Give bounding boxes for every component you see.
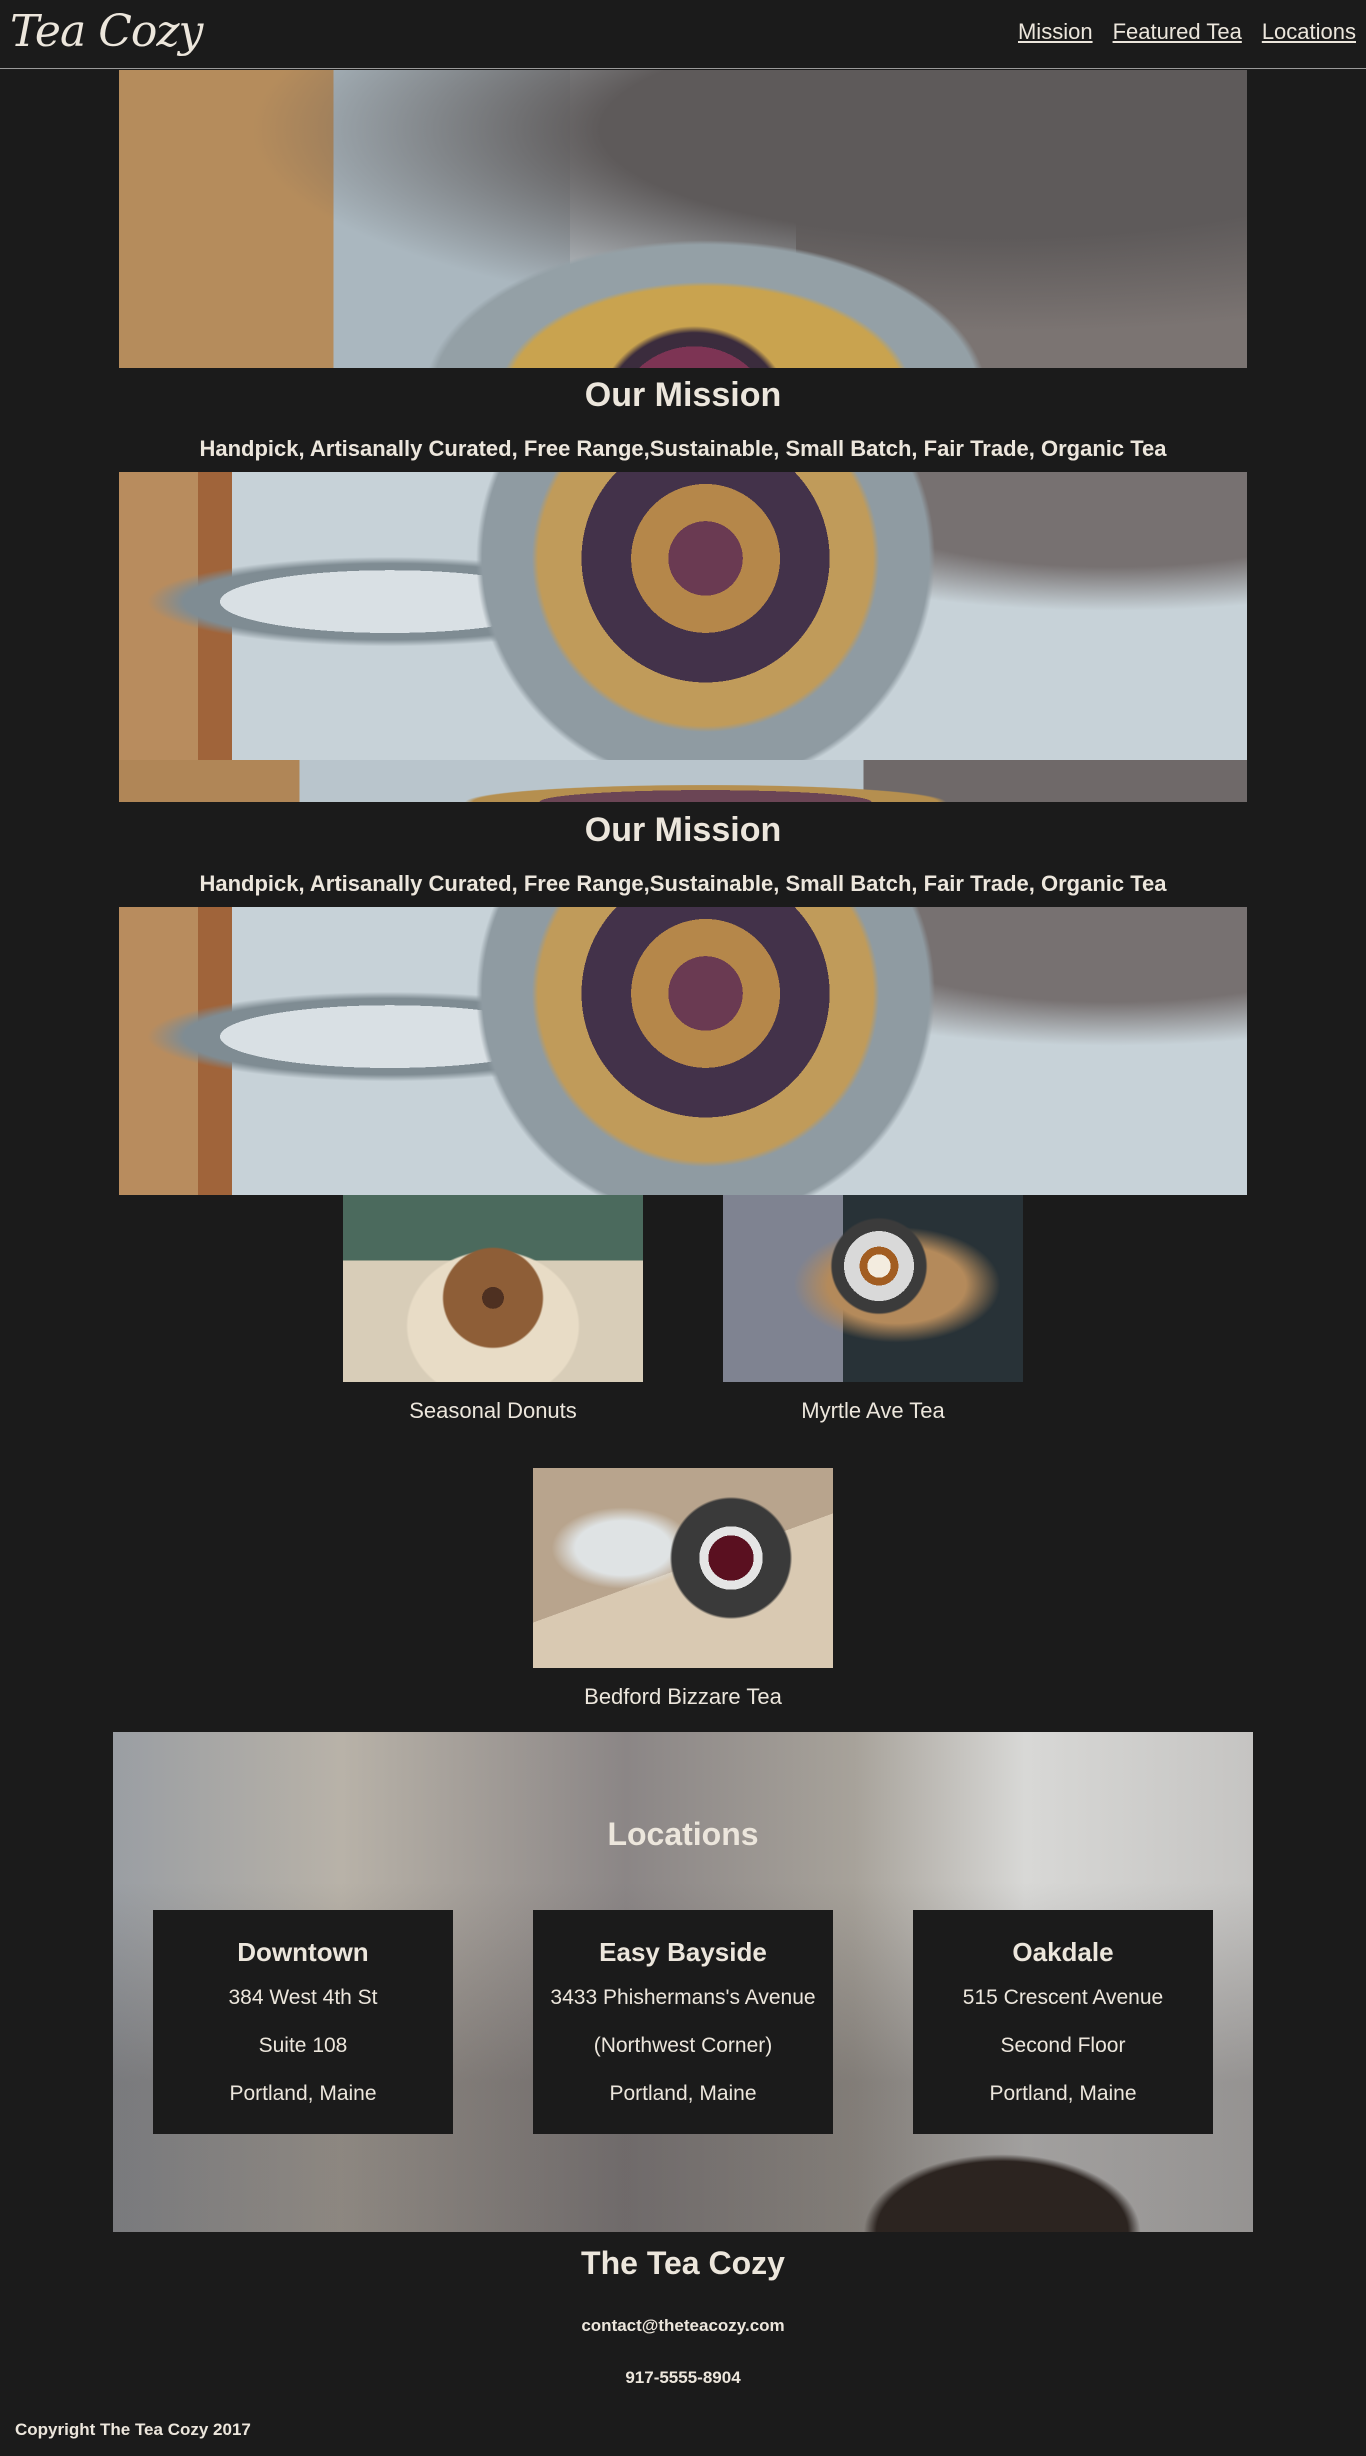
location-card-easy-bayside: Easy Bayside 3433 Phishermans's Avenue (… [533,1910,833,2134]
location-address-line: 515 Crescent Avenue [962,1986,1164,2009]
mission-subtitle: Handpick, Artisanally Curated, Free Rang… [199,871,1167,896]
site-header: Tea Cozy Mission Featured Tea Locations [0,0,1366,69]
donut-photo [343,1195,643,1382]
mission-title: Our Mission [584,376,782,414]
featured-item-seasonal-donuts[interactable]: Seasonal Donuts [343,1195,643,1424]
locations-title: Locations [607,1816,759,1852]
mission-image [119,907,1247,1195]
location-address-line: 3433 Phishermans's Avenue [550,1986,816,2009]
main-nav: Mission Featured Tea Locations [1018,18,1356,46]
location-name: Easy Bayside [599,1937,767,1967]
location-address-line: Portland, Maine [989,2082,1137,2105]
mission-image-strip [119,760,1247,802]
location-address-line: Suite 108 [258,2034,348,2057]
footer-email[interactable]: contact@theteacozy.com [0,2316,1366,2336]
location-address-line: Second Floor [1000,2034,1126,2057]
featured-caption: Myrtle Ave Tea [801,1398,945,1423]
locations-section: Locations Downtown 384 West 4th St Suite… [113,1732,1253,2232]
featured-item-bedford-bizzare-tea[interactable]: Bedford Bizzare Tea [533,1468,833,1710]
nav-link-mission[interactable]: Mission [1018,18,1093,46]
location-card-downtown: Downtown 384 West 4th St Suite 108 Portl… [153,1910,453,2134]
location-name: Downtown [237,1937,369,1967]
mission-title: Our Mission [584,811,782,849]
nav-link-locations[interactable]: Locations [1262,18,1356,46]
mission-subtitle: Handpick, Artisanally Curated, Free Rang… [199,436,1167,461]
location-name: Oakdale [1012,1937,1114,1967]
mission-hero-image-top [119,70,1247,368]
footer-phone[interactable]: 917-5555-8904 [0,2368,1366,2388]
tea-cup-photo [723,1195,1023,1382]
copyright-text: Copyright The Tea Cozy 2017 [15,2420,251,2439]
featured-item-myrtle-ave-tea[interactable]: Myrtle Ave Tea [723,1195,1023,1424]
mission-image [119,472,1247,760]
location-address-line: Portland, Maine [229,2082,377,2105]
location-address-line: (Northwest Corner) [593,2034,773,2057]
location-address-line: Portland, Maine [609,2082,757,2105]
footer-title: The Tea Cozy [581,2245,785,2281]
site-logo[interactable]: Tea Cozy [10,6,203,58]
nav-link-featured-tea[interactable]: Featured Tea [1113,18,1242,46]
location-address-line: 384 West 4th St [228,1986,378,2009]
red-tea-photo [533,1468,833,1668]
location-card-oakdale: Oakdale 515 Crescent Avenue Second Floor… [913,1910,1213,2134]
featured-caption: Seasonal Donuts [409,1398,577,1423]
featured-caption: Bedford Bizzare Tea [584,1684,782,1709]
